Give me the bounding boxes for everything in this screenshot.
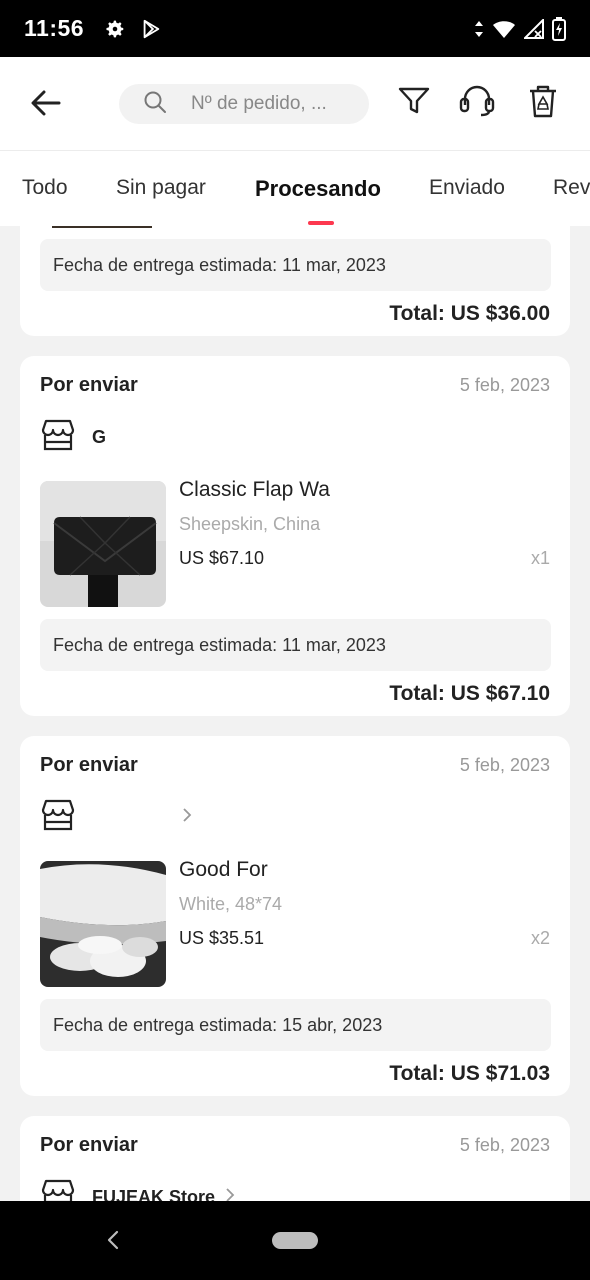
data-arrows-icon [474, 20, 484, 38]
product-title[interactable]: Good For [179, 858, 268, 882]
store-link[interactable]: FUJEAK Store [40, 1178, 235, 1201]
filter-icon [398, 86, 430, 121]
orders-list[interactable]: Fecha de entrega estimada: 11 mar, 2023 … [0, 226, 590, 1201]
order-total: Total: US $71.03 [389, 1062, 550, 1085]
delivery-estimate: Fecha de entrega estimada: 11 mar, 2023 [40, 619, 551, 671]
order-tabs: Todo Sin pagar Procesando Enviado Rev [0, 150, 590, 226]
order-status: Por enviar [40, 754, 138, 776]
delivery-estimate: Fecha de entrega estimada: 11 mar, 2023 [40, 239, 551, 291]
wifi-icon [492, 19, 516, 39]
store-name: FUJEAK Store [92, 1187, 216, 1201]
product-quantity: x2 [530, 928, 550, 948]
store-link[interactable]: G [40, 418, 106, 457]
search-box[interactable] [119, 84, 369, 124]
status-bar: 11:56 [0, 0, 590, 57]
order-total: Total: US $67.10 [389, 682, 550, 705]
back-button[interactable] [28, 87, 64, 123]
search-input[interactable] [191, 93, 351, 115]
headset-icon [459, 85, 495, 122]
order-card[interactable]: Fecha de entrega estimada: 11 mar, 2023 … [20, 226, 570, 336]
store-link[interactable] [40, 798, 192, 837]
order-status: Por enviar [40, 1134, 138, 1156]
order-date: 5 feb, 2023 [459, 375, 550, 395]
app-header [0, 57, 590, 150]
tab-sin-pagar[interactable]: Sin pagar [116, 176, 206, 200]
product-variant: Sheepskin, China [179, 514, 321, 534]
tab-procesando[interactable]: Procesando [255, 176, 381, 202]
status-time: 11:56 [24, 15, 85, 41]
signal-icon [524, 18, 544, 39]
order-card[interactable]: Por enviar 5 feb, 2023 Good For White, 4… [20, 736, 570, 1096]
order-date: 5 feb, 2023 [459, 755, 550, 775]
trash-button[interactable] [525, 85, 561, 121]
filter-button[interactable] [396, 85, 432, 121]
tab-reviews[interactable]: Rev [553, 176, 590, 200]
battery-charging-icon [552, 16, 566, 41]
play-store-icon [140, 18, 162, 40]
trash-icon [527, 84, 559, 123]
support-button[interactable] [459, 85, 495, 121]
nav-back-icon[interactable] [102, 1229, 124, 1256]
arrow-left-icon [31, 90, 61, 121]
store-icon [40, 798, 76, 837]
product-title[interactable]: Classic Flap Wa [179, 478, 330, 502]
product-price: US $67.10 [179, 548, 265, 568]
gear-icon [104, 18, 126, 40]
chevron-right-icon [182, 807, 192, 828]
product-image[interactable] [40, 861, 166, 987]
order-date: 5 feb, 2023 [459, 1135, 550, 1155]
store-icon [40, 1178, 76, 1201]
tab-todo[interactable]: Todo [22, 176, 68, 200]
order-card[interactable]: Por enviar 5 feb, 2023 FUJEAK Store [20, 1116, 570, 1201]
system-nav-bar [0, 1201, 590, 1280]
search-icon [143, 90, 167, 119]
store-icon [40, 418, 76, 457]
product-price: US $35.51 [179, 928, 265, 948]
product-image[interactable] [40, 481, 166, 607]
order-total: Total: US $36.00 [389, 302, 550, 325]
order-card[interactable]: Por enviar 5 feb, 2023 G Classic Flap Wa… [20, 356, 570, 716]
product-quantity: x1 [530, 548, 550, 568]
product-variant: White, 48*74 [179, 894, 283, 914]
store-name: G [92, 427, 107, 447]
home-pill-icon[interactable] [272, 1232, 318, 1249]
tab-enviado[interactable]: Enviado [429, 176, 505, 200]
chevron-right-icon [225, 1187, 235, 1201]
tab-active-indicator [308, 221, 334, 225]
product-thumbnail-edge [52, 226, 152, 228]
order-status: Por enviar [40, 374, 138, 396]
delivery-estimate: Fecha de entrega estimada: 15 abr, 2023 [40, 999, 551, 1051]
